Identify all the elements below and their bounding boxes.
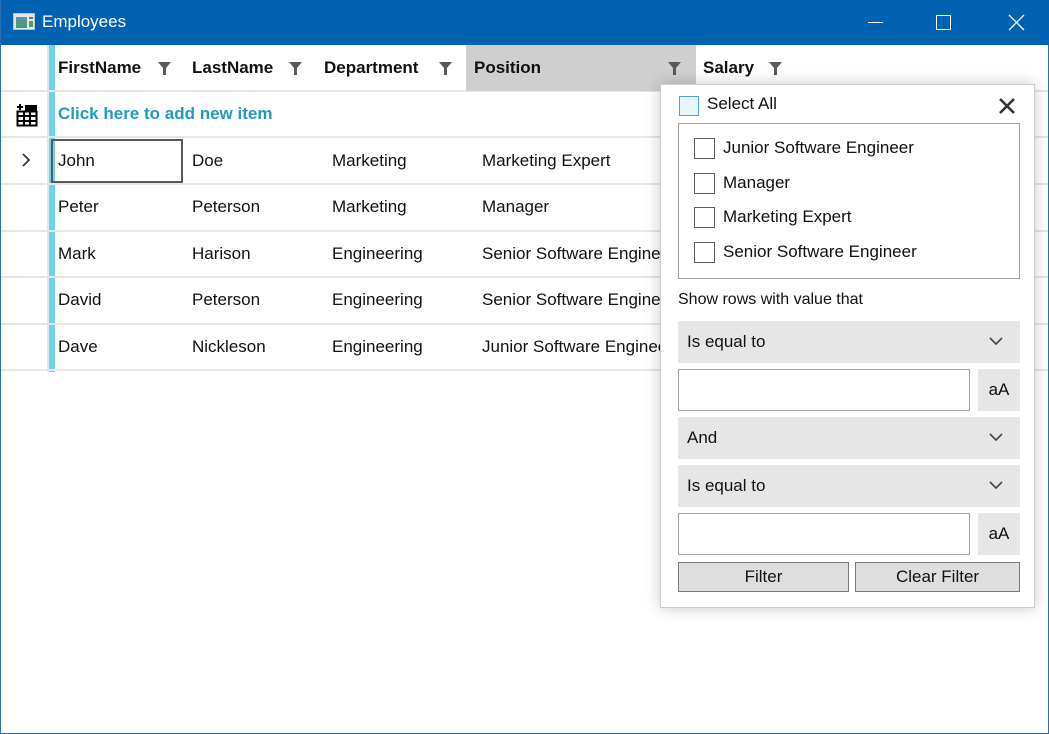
operator2-value: Is equal to [687, 476, 766, 495]
maximize-button[interactable] [920, 0, 966, 45]
distinct-value-checkbox[interactable] [694, 206, 715, 228]
window-title: Employees [42, 12, 127, 31]
cell-pos[interactable]: Manager [482, 185, 662, 230]
distinct-value-checkbox[interactable] [694, 241, 715, 263]
add-row-icon [16, 104, 38, 127]
minimize-icon [867, 22, 883, 23]
value2-input[interactable] [678, 513, 970, 555]
operator2-dropdown[interactable]: Is equal to [678, 465, 1020, 507]
column-header-label: Position [474, 58, 542, 77]
maximize-icon [935, 15, 951, 30]
chevron-down-icon [989, 433, 1003, 442]
cell-dept[interactable]: Marketing [332, 185, 466, 230]
cell-last[interactable]: Peterson [192, 185, 316, 230]
select-all-checkbox[interactable] [679, 96, 699, 116]
cell-last[interactable]: Doe [192, 138, 316, 183]
cell-first[interactable]: Mark [58, 231, 182, 276]
funnel-icon[interactable] [769, 62, 782, 75]
chevron-down-icon [989, 481, 1003, 490]
funnel-icon[interactable] [668, 62, 681, 75]
cell-dept[interactable]: Marketing [332, 138, 466, 183]
cell-pos[interactable]: Marketing Expert [482, 138, 662, 183]
distinct-value-item[interactable]: Junior Software Engineer [694, 136, 914, 160]
operator1-dropdown[interactable]: Is equal to [678, 321, 1020, 363]
distinct-value-label: Junior Software Engineer [723, 138, 914, 157]
close-icon [1008, 14, 1024, 31]
app-icon [13, 13, 35, 30]
show-rows-label: Show rows with value that [678, 291, 863, 308]
cell-pos[interactable]: Junior Software Engineer [482, 324, 662, 369]
filter-popup: Select All Junior Software Engineer Mana… [660, 84, 1035, 608]
employees-window: Employees FirstName LastName Department [0, 0, 1049, 734]
logical-operator-dropdown[interactable]: And [678, 417, 1020, 459]
distinct-value-item[interactable]: Marketing Expert [694, 205, 852, 229]
select-all-label[interactable]: Select All [707, 94, 777, 114]
minimize-button[interactable] [852, 0, 898, 45]
distinct-value-checkbox[interactable] [694, 137, 715, 159]
column-header-department[interactable]: Department [324, 45, 466, 91]
match-case1-toggle[interactable]: aA [978, 369, 1020, 411]
distinct-values-list: Junior Software Engineer Manager Marketi… [678, 123, 1020, 279]
current-row-chevron-icon [22, 153, 31, 167]
close-icon[interactable] [997, 96, 1017, 116]
clear-filter-button[interactable]: Clear Filter [855, 562, 1020, 592]
match-case2-toggle[interactable]: aA [978, 513, 1020, 555]
cell-dept[interactable]: Engineering [332, 278, 466, 323]
cell-last[interactable]: Peterson [192, 278, 316, 323]
value1-input[interactable] [678, 369, 970, 411]
cell-first[interactable]: Peter [58, 185, 182, 230]
column-header-lastname[interactable]: LastName [192, 45, 316, 91]
cell-pos[interactable]: Senior Software Engineer [482, 278, 662, 323]
distinct-value-label: Senior Software Engineer [723, 242, 917, 261]
funnel-icon[interactable] [158, 62, 171, 75]
column-header-label: FirstName [58, 58, 142, 77]
cell-first[interactable]: David [58, 278, 182, 323]
operator1-value: Is equal to [687, 332, 766, 351]
column-header-label: Salary [703, 58, 755, 77]
column-header-firstname[interactable]: FirstName [58, 45, 184, 91]
column-header-label: Department [324, 58, 419, 77]
add-new-item-link[interactable]: Click here to add new item [58, 104, 272, 124]
filter-button[interactable]: Filter [678, 562, 849, 592]
distinct-value-checkbox[interactable] [694, 172, 715, 194]
distinct-value-label: Manager [723, 173, 791, 192]
distinct-value-item[interactable]: Manager [694, 171, 790, 195]
distinct-value-item[interactable]: Senior Software Engineer [694, 240, 917, 264]
cell-first[interactable]: Dave [58, 324, 182, 369]
cell-last[interactable]: Harison [192, 231, 316, 276]
distinct-value-label: Marketing Expert [723, 207, 852, 226]
cell-dept[interactable]: Engineering [332, 231, 466, 276]
cell-last[interactable]: Nickleson [192, 324, 316, 369]
close-window-button[interactable] [993, 0, 1039, 45]
cell-pos[interactable]: Senior Software Engineer [482, 231, 662, 276]
column-header-label: LastName [192, 58, 274, 77]
logical-operator-value: And [687, 428, 718, 447]
title-bar[interactable]: Employees [1, 0, 1049, 45]
funnel-icon[interactable] [439, 62, 452, 75]
cell-first[interactable]: John [58, 138, 182, 183]
chevron-down-icon [989, 337, 1003, 346]
cell-dept[interactable]: Engineering [332, 324, 466, 369]
funnel-icon[interactable] [289, 62, 302, 75]
